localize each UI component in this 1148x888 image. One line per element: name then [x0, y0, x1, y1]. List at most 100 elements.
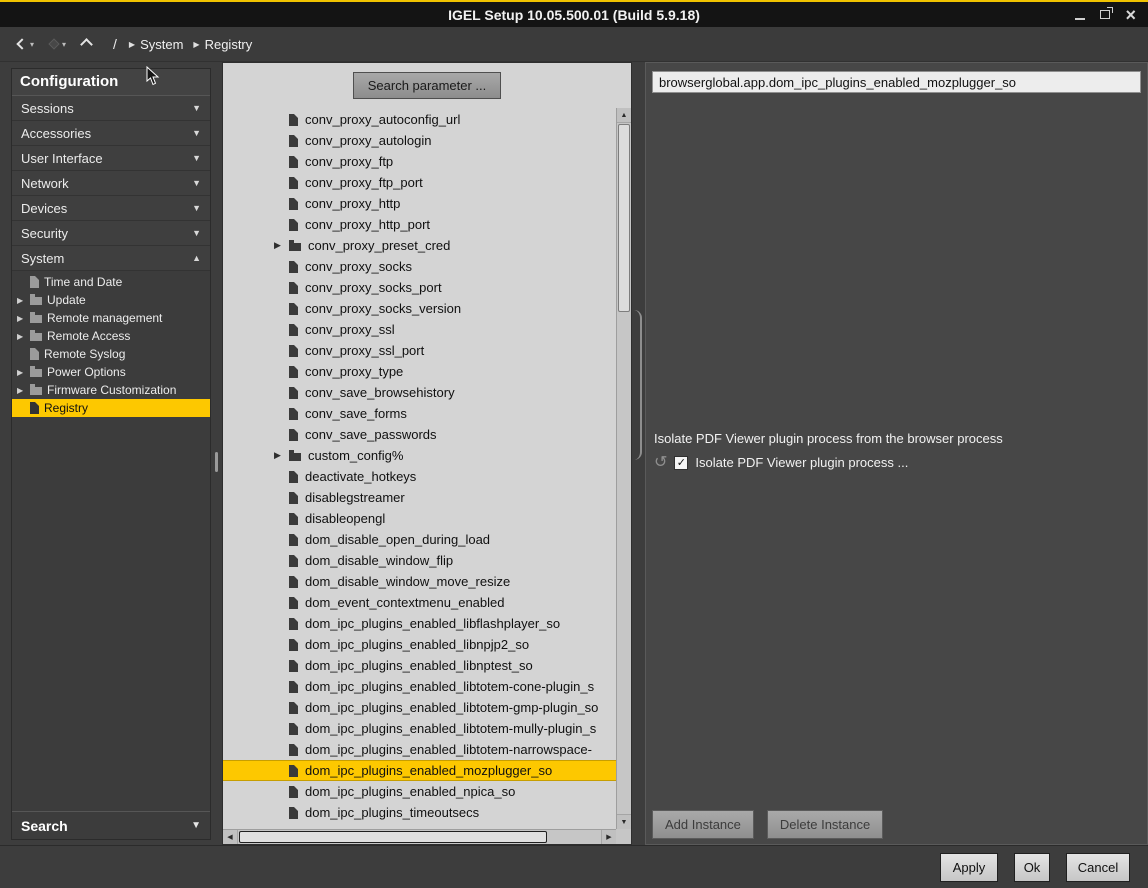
- minimize-icon[interactable]: [1075, 10, 1085, 20]
- registry-item-dom-ipc-plugins-enabled-libtotem-narrowspace[interactable]: dom_ipc_plugins_enabled_libtotem-narrows…: [223, 739, 616, 760]
- sidebar-splitter[interactable]: [211, 62, 222, 845]
- vertical-scrollbar-thumb[interactable]: [618, 124, 630, 312]
- breadcrumb-item-system[interactable]: ▶System: [129, 37, 184, 52]
- search-parameter-button[interactable]: Search parameter ...: [353, 72, 502, 99]
- registry-item-label: conv_proxy_ftp_port: [305, 175, 423, 190]
- up-button[interactable]: [82, 40, 91, 49]
- forward-dropdown-icon[interactable]: ▾: [62, 40, 66, 49]
- sidebar-item-security[interactable]: Security▼: [12, 221, 210, 246]
- scroll-left-icon[interactable]: ◀: [223, 830, 238, 844]
- sidebar-item-sessions[interactable]: Sessions▼: [12, 96, 210, 121]
- registry-item-conv-proxy-ssl-port[interactable]: conv_proxy_ssl_port: [223, 340, 616, 361]
- registry-item-dom-ipc-plugins-enabled-libtotem-cone-plugin-s[interactable]: dom_ipc_plugins_enabled_libtotem-cone-pl…: [223, 676, 616, 697]
- cancel-button[interactable]: Cancel: [1066, 853, 1130, 882]
- registry-item-label: conv_proxy_http: [305, 196, 400, 211]
- registry-item-dom-ipc-plugins-enabled-libtotem-gmp-plugin-so[interactable]: dom_ipc_plugins_enabled_libtotem-gmp-plu…: [223, 697, 616, 718]
- scroll-right-icon[interactable]: ▶: [601, 830, 616, 844]
- sidebar-tree-item-power-options[interactable]: ▶Power Options: [12, 363, 210, 381]
- ok-button[interactable]: Ok: [1014, 853, 1050, 882]
- registry-item-disablegstreamer[interactable]: disablegstreamer: [223, 487, 616, 508]
- registry-item-conv-save-passwords[interactable]: conv_save_passwords: [223, 424, 616, 445]
- sidebar-item-system[interactable]: System▲: [12, 246, 210, 271]
- sidebar-item-network[interactable]: Network▼: [12, 171, 210, 196]
- sidebar-tree-item-remote-management[interactable]: ▶Remote management: [12, 309, 210, 327]
- horizontal-scrollbar[interactable]: ◀ ▶: [223, 829, 616, 844]
- registry-item-custom-config[interactable]: ▶custom_config%: [223, 445, 616, 466]
- isolate-plugin-checkbox[interactable]: ✓: [674, 456, 688, 470]
- registry-item-dom-ipc-plugins-enabled-npica-so[interactable]: dom_ipc_plugins_enabled_npica_so: [223, 781, 616, 802]
- registry-item-dom-ipc-plugins-enabled-libflashplayer-so[interactable]: dom_ipc_plugins_enabled_libflashplayer_s…: [223, 613, 616, 634]
- apply-button[interactable]: Apply: [940, 853, 998, 882]
- expand-arrow-icon[interactable]: ▶: [17, 386, 30, 395]
- sidebar-tree-item-update[interactable]: ▶Update: [12, 291, 210, 309]
- registry-item-conv-proxy-autoconfig-url[interactable]: conv_proxy_autoconfig_url: [223, 109, 616, 130]
- registry-item-deactivate-hotkeys[interactable]: deactivate_hotkeys: [223, 466, 616, 487]
- add-instance-button[interactable]: Add Instance: [652, 810, 754, 839]
- sidebar-tree-item-remote-syslog[interactable]: Remote Syslog: [12, 345, 210, 363]
- registry-item-dom-ipc-plugins-enabled-libtotem-mully-plugin-s[interactable]: dom_ipc_plugins_enabled_libtotem-mully-p…: [223, 718, 616, 739]
- sidebar-sections: Sessions▼Accessories▼User Interface▼Netw…: [12, 96, 210, 271]
- registry-item-conv-proxy-http[interactable]: conv_proxy_http: [223, 193, 616, 214]
- expand-arrow-icon[interactable]: ▶: [274, 450, 289, 461]
- navigation-toolbar: ▾ ▾ / ▶System ▶Registry: [0, 27, 1148, 62]
- parameter-path-field[interactable]: [652, 71, 1141, 93]
- forward-button[interactable]: ▾: [50, 40, 66, 49]
- horizontal-scrollbar-thumb[interactable]: [239, 831, 547, 843]
- expand-arrow-icon[interactable]: ▶: [17, 296, 30, 305]
- chevron-down-icon: ▼: [192, 203, 201, 213]
- sidebar-search[interactable]: Search ▼: [12, 811, 210, 839]
- sidebar-tree-item-firmware-customization[interactable]: ▶Firmware Customization: [12, 381, 210, 399]
- expand-arrow-icon[interactable]: ▶: [17, 332, 30, 341]
- back-button[interactable]: ▾: [18, 40, 34, 49]
- sidebar-tree-item-remote-access[interactable]: ▶Remote Access: [12, 327, 210, 345]
- registry-item-dom-disable-window-flip[interactable]: dom_disable_window_flip: [223, 550, 616, 571]
- close-icon[interactable]: ×: [1125, 7, 1136, 23]
- registry-item-conv-proxy-socks[interactable]: conv_proxy_socks: [223, 256, 616, 277]
- splitter-handle[interactable]: [215, 452, 218, 472]
- registry-item-dom-event-contextmenu-enabled[interactable]: dom_event_contextmenu_enabled: [223, 592, 616, 613]
- vertical-scrollbar[interactable]: ▲ ▼: [616, 108, 631, 829]
- registry-item-conv-proxy-http-port[interactable]: conv_proxy_http_port: [223, 214, 616, 235]
- breadcrumb-root: /: [113, 36, 117, 52]
- file-icon: [289, 786, 298, 798]
- registry-item-conv-proxy-ftp[interactable]: conv_proxy_ftp: [223, 151, 616, 172]
- registry-item-conv-proxy-ssl[interactable]: conv_proxy_ssl: [223, 319, 616, 340]
- expand-arrow-icon[interactable]: ▶: [17, 368, 30, 377]
- registry-item-dom-disable-window-move-resize[interactable]: dom_disable_window_move_resize: [223, 571, 616, 592]
- sidebar-tree-item-time-and-date[interactable]: Time and Date: [12, 273, 210, 291]
- reset-to-default-icon[interactable]: ↺: [654, 456, 667, 470]
- registry-item-conv-proxy-socks-port[interactable]: conv_proxy_socks_port: [223, 277, 616, 298]
- registry-item-dom-ipc-plugins-enabled-libnpjp2-so[interactable]: dom_ipc_plugins_enabled_libnpjp2_so: [223, 634, 616, 655]
- registry-item-label: dom_ipc_plugins_enabled_libtotem-mully-p…: [305, 721, 596, 736]
- registry-item-disableopengl[interactable]: disableopengl: [223, 508, 616, 529]
- breadcrumb: ▶System ▶Registry: [129, 37, 262, 52]
- back-dropdown-icon[interactable]: ▾: [30, 40, 34, 49]
- panel-divider[interactable]: [632, 62, 645, 845]
- restore-icon[interactable]: [1100, 10, 1110, 19]
- scroll-down-icon[interactable]: ▼: [617, 814, 631, 829]
- breadcrumb-item-registry[interactable]: ▶Registry: [193, 37, 252, 52]
- expand-arrow-icon[interactable]: ▶: [17, 314, 30, 323]
- registry-item-dom-ipc-plugins-timeoutsecs[interactable]: dom_ipc_plugins_timeoutsecs: [223, 802, 616, 823]
- sidebar-item-devices[interactable]: Devices▼: [12, 196, 210, 221]
- sidebar-item-accessories[interactable]: Accessories▼: [12, 121, 210, 146]
- registry-item-dom-disable-open-during-load[interactable]: dom_disable_open_during_load: [223, 529, 616, 550]
- registry-item-conv-proxy-type[interactable]: conv_proxy_type: [223, 361, 616, 382]
- registry-item-label: dom_event_contextmenu_enabled: [305, 595, 504, 610]
- sidebar-tree-item-registry[interactable]: Registry: [12, 399, 210, 417]
- divider-handle[interactable]: [634, 310, 642, 460]
- registry-item-conv-save-browsehistory[interactable]: conv_save_browsehistory: [223, 382, 616, 403]
- registry-item-conv-proxy-socks-version[interactable]: conv_proxy_socks_version: [223, 298, 616, 319]
- registry-item-dom-ipc-plugins-enabled-mozplugger-so[interactable]: dom_ipc_plugins_enabled_mozplugger_so: [223, 760, 616, 781]
- registry-item-conv-proxy-preset-cred[interactable]: ▶conv_proxy_preset_cred: [223, 235, 616, 256]
- registry-item-conv-proxy-ftp-port[interactable]: conv_proxy_ftp_port: [223, 172, 616, 193]
- sidebar-item-user-interface[interactable]: User Interface▼: [12, 146, 210, 171]
- scroll-up-icon[interactable]: ▲: [617, 108, 631, 123]
- expand-arrow-icon[interactable]: ▶: [274, 240, 289, 251]
- registry-item-conv-proxy-autologin[interactable]: conv_proxy_autologin: [223, 130, 616, 151]
- registry-item-dom-ipc-plugins-enabled-libnptest-so[interactable]: dom_ipc_plugins_enabled_libnptest_so: [223, 655, 616, 676]
- delete-instance-button[interactable]: Delete Instance: [767, 810, 883, 839]
- registry-item-label: conv_proxy_ssl_port: [305, 343, 424, 358]
- registry-tree-viewport: conv_proxy_autoconfig_urlconv_proxy_auto…: [223, 108, 631, 844]
- registry-item-conv-save-forms[interactable]: conv_save_forms: [223, 403, 616, 424]
